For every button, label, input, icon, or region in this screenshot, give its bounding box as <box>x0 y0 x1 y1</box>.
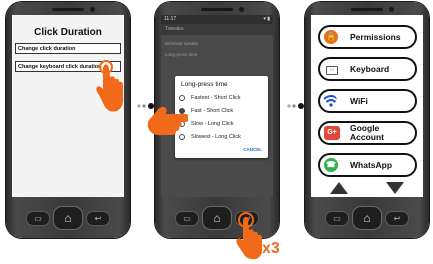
option-label: Fastest - Short Click <box>191 95 241 101</box>
app-bar-title: Tweaks <box>161 24 273 35</box>
whatsapp-button[interactable]: ☎ WhatsApp <box>318 153 417 177</box>
speaker <box>52 8 84 11</box>
bg-section-label: Behavior tweaks <box>165 41 199 46</box>
page-title: Click Duration <box>34 27 102 38</box>
change-click-duration-option[interactable]: Change click duration <box>15 43 121 54</box>
separator-dots-2 <box>287 102 307 112</box>
option-label: Slow - Long Click <box>191 121 234 127</box>
scroll-up-arrow-icon[interactable] <box>329 181 349 195</box>
recent-apps-button[interactable]: ▭ <box>175 211 199 226</box>
tap-hand-icon <box>96 60 124 112</box>
button-label: WhatsApp <box>350 159 393 170</box>
keyboard-button[interactable]: ⋯ Keyboard <box>318 57 417 81</box>
phone-settings-menu: 🔒 Permissions ⋯ Keyboard WiFi G+ Google … <box>305 2 429 238</box>
status-bar: 11:17 ▾ ▮ <box>161 15 273 24</box>
tap-count-label: x3 <box>262 240 280 257</box>
google-plus-icon: G+ <box>324 126 340 140</box>
phone-click-duration: Click Duration Change click duration Cha… <box>6 2 130 238</box>
option-slowest[interactable]: Slowest - Long Click <box>179 132 241 142</box>
back-button[interactable]: ↩ <box>385 211 409 226</box>
nav-buttons: ▭ ⌂ ↩ <box>6 206 130 230</box>
camera <box>90 7 95 12</box>
dialog-title: Long-press time <box>181 81 228 88</box>
pointing-hand-icon <box>147 106 188 136</box>
wifi-button[interactable]: WiFi <box>318 89 417 113</box>
lock-icon: 🔒 <box>324 30 338 44</box>
status-time: 11:17 <box>164 16 177 22</box>
keyboard-icon: ⋯ <box>326 66 338 75</box>
camera <box>389 7 394 12</box>
bg-setting-label: Long-press time <box>165 52 198 57</box>
recent-apps-button[interactable]: ▭ <box>26 211 50 226</box>
whatsapp-icon: ☎ <box>324 158 338 172</box>
button-label: Permissions <box>350 31 401 42</box>
nav-buttons: ▭ ⌂ ↩ <box>305 206 429 230</box>
recent-apps-button[interactable]: ▭ <box>325 211 349 226</box>
status-icons: ▾ ▮ <box>263 16 270 22</box>
home-button[interactable]: ⌂ <box>202 206 232 230</box>
option-label: Fast - Short Click <box>191 108 234 114</box>
speaker <box>201 8 233 11</box>
button-label: Keyboard <box>350 63 390 74</box>
screen: Click Duration Change click duration Cha… <box>12 15 124 197</box>
back-button[interactable]: ↩ <box>86 211 110 226</box>
home-button[interactable]: ⌂ <box>53 206 83 230</box>
screen: 🔒 Permissions ⋯ Keyboard WiFi G+ Google … <box>311 15 423 197</box>
camera <box>239 7 244 12</box>
cancel-button[interactable]: CANCEL <box>243 147 262 152</box>
scroll-down-arrow-icon[interactable] <box>385 181 405 195</box>
long-press-dialog: Long-press time Fastest - Short Click Fa… <box>175 76 268 158</box>
speaker <box>351 8 383 11</box>
home-button[interactable]: ⌂ <box>352 206 382 230</box>
wifi-icon <box>323 95 337 107</box>
option-fastest[interactable]: Fastest - Short Click <box>179 93 241 103</box>
google-account-button[interactable]: G+ Google Account <box>318 121 417 145</box>
permissions-button[interactable]: 🔒 Permissions <box>318 25 417 49</box>
button-label: WiFi <box>350 95 368 106</box>
button-label: Google Account <box>350 123 384 142</box>
option-label: Slowest - Long Click <box>191 134 241 140</box>
